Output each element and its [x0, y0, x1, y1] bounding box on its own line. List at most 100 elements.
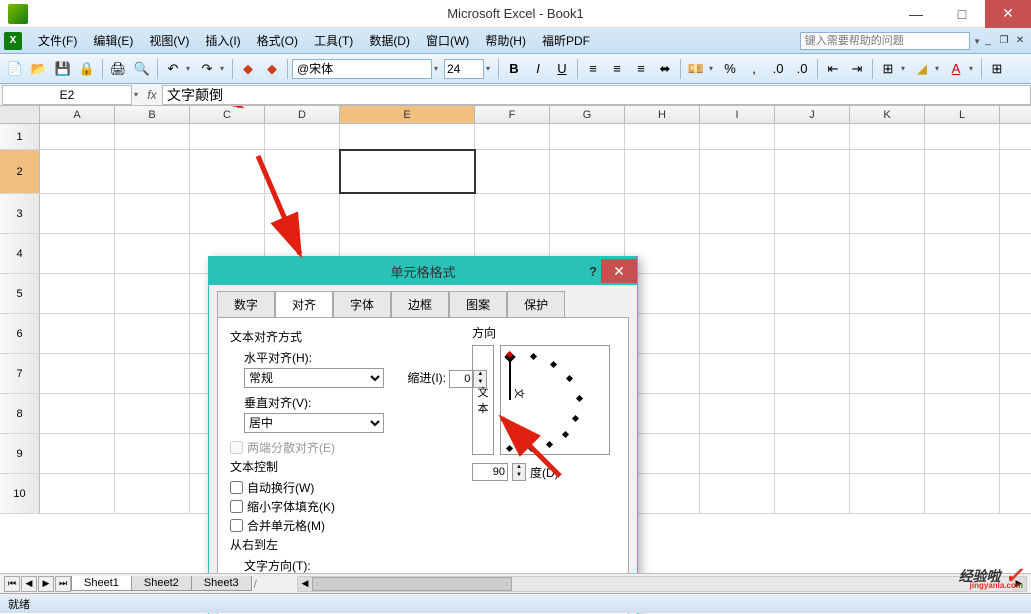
borders-icon[interactable]: ⊞ [877, 58, 899, 80]
cell[interactable] [850, 474, 925, 513]
cell[interactable] [40, 150, 115, 193]
merge-center-icon[interactable]: ⬌ [654, 58, 676, 80]
cell[interactable] [700, 150, 775, 193]
cell[interactable] [925, 434, 1000, 473]
name-box-dropdown-icon[interactable]: ▾ [134, 90, 142, 99]
undo-icon[interactable]: ↶ [162, 58, 184, 80]
column-header[interactable]: C [190, 106, 265, 123]
redo-icon[interactable]: ↷ [196, 58, 218, 80]
fx-icon[interactable]: fx [142, 88, 162, 102]
underline-icon[interactable]: U [551, 58, 573, 80]
font-family-select[interactable] [292, 59, 432, 79]
cell[interactable] [190, 150, 265, 193]
cell[interactable] [925, 274, 1000, 313]
indent-input[interactable] [449, 370, 473, 388]
tab-number[interactable]: 数字 [217, 291, 275, 317]
print-preview-icon[interactable]: 🔍 [131, 58, 153, 80]
cell[interactable] [115, 234, 190, 273]
cell[interactable] [190, 194, 265, 233]
cell[interactable] [850, 394, 925, 433]
open-icon[interactable]: 📂 [28, 58, 50, 80]
cell[interactable] [115, 474, 190, 513]
tab-protection[interactable]: 保护 [507, 291, 565, 317]
cell[interactable] [265, 124, 340, 149]
cell[interactable] [40, 314, 115, 353]
cell[interactable] [40, 194, 115, 233]
fontcolor-dropdown-icon[interactable]: ▾ [969, 64, 977, 73]
cell[interactable] [850, 434, 925, 473]
tab-nav-prev[interactable]: ◀ [21, 576, 37, 592]
menu-insert[interactable]: 插入(I) [197, 30, 248, 51]
column-header[interactable]: H [625, 106, 700, 123]
cell[interactable] [475, 124, 550, 149]
menu-format[interactable]: 格式(O) [249, 30, 306, 51]
column-header[interactable]: B [115, 106, 190, 123]
cell[interactable] [115, 434, 190, 473]
cell[interactable] [340, 194, 475, 233]
dialog-titlebar[interactable]: 单元格格式 ? ✕ [209, 257, 637, 285]
column-header[interactable]: A [40, 106, 115, 123]
cell[interactable] [550, 124, 625, 149]
column-header[interactable]: I [700, 106, 775, 123]
cell[interactable] [700, 474, 775, 513]
cell[interactable] [340, 124, 475, 149]
dialog-close-button[interactable]: ✕ [601, 259, 637, 283]
increase-indent-icon[interactable]: ⇥ [846, 58, 868, 80]
tab-nav-last[interactable]: ⏭ [55, 576, 71, 592]
percent-icon[interactable]: % [719, 58, 741, 80]
cell[interactable] [775, 314, 850, 353]
menu-tools[interactable]: 工具(T) [306, 30, 361, 51]
increase-decimal-icon[interactable]: .0 [767, 58, 789, 80]
cell[interactable] [700, 234, 775, 273]
column-header[interactable]: G [550, 106, 625, 123]
save-icon[interactable]: 💾 [52, 58, 74, 80]
scroll-thumb[interactable] [312, 577, 512, 591]
cell[interactable] [40, 434, 115, 473]
tab-border[interactable]: 边框 [391, 291, 449, 317]
excel-doc-icon[interactable]: X [4, 32, 22, 50]
column-header[interactable]: J [775, 106, 850, 123]
cell[interactable] [40, 124, 115, 149]
cell[interactable] [925, 194, 1000, 233]
foxit-pdf-icon[interactable]: ◆ [237, 58, 259, 80]
size-dropdown-icon[interactable]: ▾ [486, 64, 494, 73]
merge-checkbox[interactable] [230, 519, 243, 532]
orientation-arc[interactable]: 文 [500, 345, 610, 455]
help-dropdown-icon[interactable]: ▼ [973, 37, 981, 46]
menu-data[interactable]: 数据(D) [361, 30, 418, 51]
cell[interactable] [40, 354, 115, 393]
cell[interactable] [115, 314, 190, 353]
column-header[interactable]: D [265, 106, 340, 123]
menu-help[interactable]: 帮助(H) [477, 30, 534, 51]
row-header[interactable]: 6 [0, 314, 40, 353]
horizontal-scrollbar[interactable]: ◀ ▶ [297, 576, 1027, 592]
close-button[interactable]: ✕ [985, 0, 1031, 28]
row-header[interactable]: 9 [0, 434, 40, 473]
cell[interactable] [40, 234, 115, 273]
menu-window[interactable]: 窗口(W) [418, 30, 477, 51]
cell[interactable] [550, 194, 625, 233]
cell[interactable] [775, 354, 850, 393]
decrease-decimal-icon[interactable]: .0 [791, 58, 813, 80]
doc-minimize[interactable]: _ [981, 34, 995, 48]
menu-view[interactable]: 视图(V) [141, 30, 197, 51]
cell[interactable] [850, 194, 925, 233]
cell[interactable] [850, 274, 925, 313]
sheet-tab-2[interactable]: Sheet2 [131, 576, 192, 591]
cell[interactable] [775, 474, 850, 513]
cell[interactable] [775, 434, 850, 473]
degree-spinner[interactable]: ▲▼ [512, 463, 526, 481]
cell[interactable] [475, 194, 550, 233]
menu-file[interactable]: 文件(F) [30, 30, 85, 51]
scroll-left-icon[interactable]: ◀ [298, 577, 312, 591]
cell[interactable] [850, 124, 925, 149]
decrease-indent-icon[interactable]: ⇤ [822, 58, 844, 80]
cell[interactable] [775, 150, 850, 193]
row-header[interactable]: 5 [0, 274, 40, 313]
cell[interactable] [115, 194, 190, 233]
doc-restore[interactable]: ❐ [997, 34, 1011, 48]
cell[interactable] [700, 124, 775, 149]
column-header[interactable]: F [475, 106, 550, 123]
cell[interactable] [925, 234, 1000, 273]
font-color-icon[interactable]: A [945, 58, 967, 80]
